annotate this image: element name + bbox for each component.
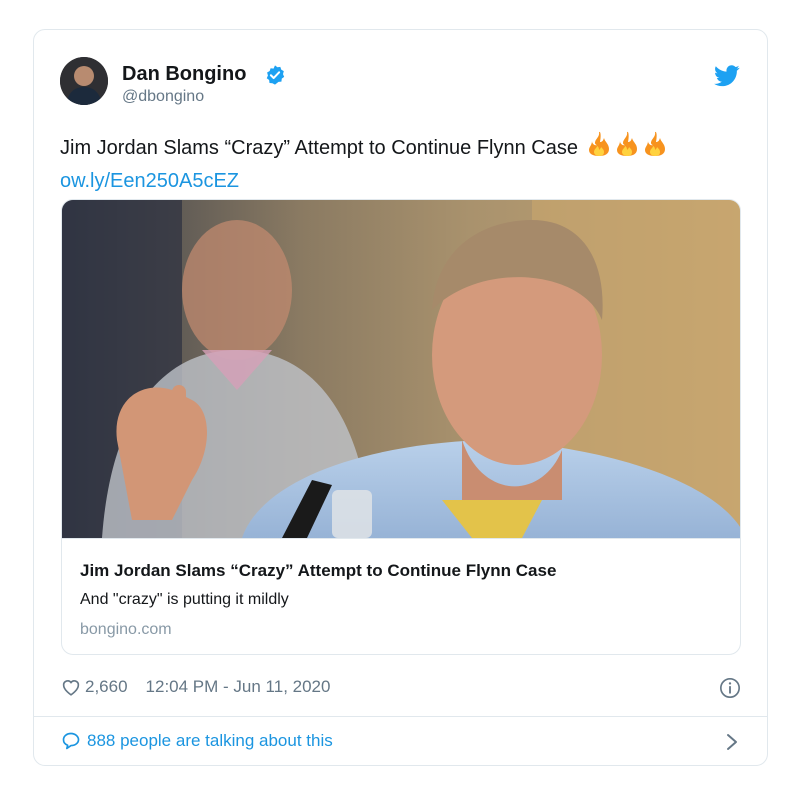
fire-emoji-icon: [586, 131, 670, 166]
preview-photo: [62, 200, 740, 538]
twitter-bird-icon[interactable]: [714, 65, 740, 87]
verified-badge-icon: [266, 65, 285, 85]
card-info: Jim Jordan Slams “Crazy” Attempt to Cont…: [62, 538, 740, 654]
divider: [34, 716, 767, 717]
link-preview-card[interactable]: Jim Jordan Slams “Crazy” Attempt to Cont…: [61, 199, 741, 655]
timestamp[interactable]: 12:04 PM - Jun 11, 2020: [146, 677, 331, 697]
card-title: Jim Jordan Slams “Crazy” Attempt to Cont…: [80, 561, 557, 580]
tweet-embed[interactable]: Dan Bongino @dbongino Jim Jordan Slams “…: [33, 29, 768, 766]
avatar-image: [60, 57, 108, 105]
tweet-text-body: Jim Jordan Slams “Crazy” Attempt to Cont…: [60, 136, 578, 159]
heart-icon[interactable]: [61, 678, 81, 696]
tweet-text: Jim Jordan Slams “Crazy” Attempt to Cont…: [60, 131, 750, 196]
conversation-link[interactable]: 888 people are talking about this: [61, 731, 333, 751]
author-handle[interactable]: @dbongino: [122, 88, 204, 106]
tweet-link[interactable]: ow.ly/Een250A5cEZ: [60, 170, 239, 192]
info-icon[interactable]: [719, 677, 741, 699]
card-description: And "crazy" is putting it mildly: [80, 591, 289, 608]
card-domain: bongino.com: [80, 621, 172, 638]
chevron-right-icon[interactable]: [725, 731, 739, 753]
like-count[interactable]: 2,660: [85, 677, 128, 697]
talking-text[interactable]: 888 people are talking about this: [87, 731, 333, 751]
comment-bubble-icon: [62, 732, 80, 750]
avatar[interactable]: [60, 57, 108, 105]
tweet-meta: 2,660 12:04 PM - Jun 11, 2020: [61, 677, 330, 697]
author-name[interactable]: Dan Bongino: [122, 63, 246, 86]
